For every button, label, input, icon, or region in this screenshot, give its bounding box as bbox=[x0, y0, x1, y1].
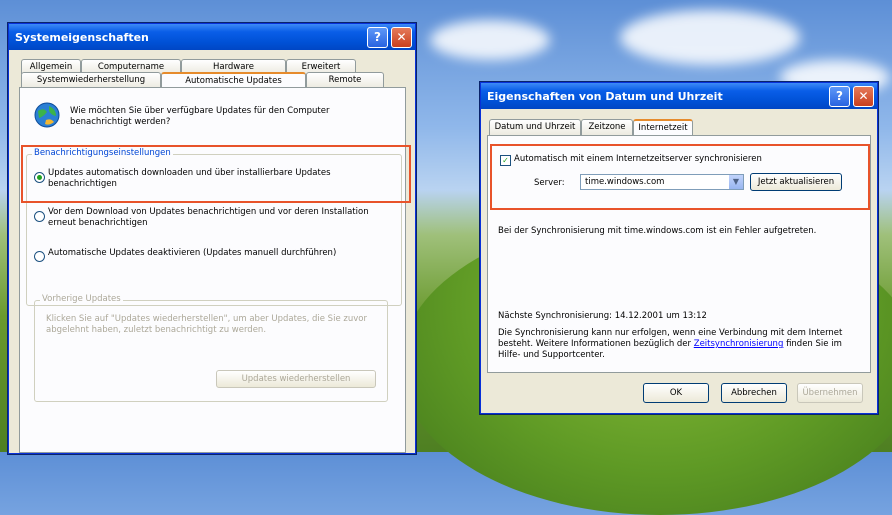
restore-updates-button[interactable]: Updates wiederherstellen bbox=[216, 370, 376, 388]
highlight-box-notification bbox=[21, 145, 411, 203]
tab-panel: Wie möchten Sie über verfügbare Updates … bbox=[19, 87, 406, 453]
close-icon[interactable]: ✕ bbox=[391, 26, 412, 48]
windows-update-globe-icon bbox=[34, 102, 60, 128]
tab-row: Datum und Uhrzeit Zeitzone Internetzeit bbox=[489, 119, 693, 135]
help-icon[interactable]: ? bbox=[829, 85, 850, 107]
tab-zeitzone[interactable]: Zeitzone bbox=[581, 119, 633, 135]
window-title: Eigenschaften von Datum und Uhrzeit bbox=[487, 89, 723, 103]
tab-remote[interactable]: Remote bbox=[306, 72, 384, 88]
sync-error-text: Bei der Synchronisierung mit time.window… bbox=[498, 226, 817, 236]
title-bar[interactable]: Systemeigenschaften ? ✕ bbox=[9, 24, 415, 50]
tab-datum-uhrzeit[interactable]: Datum und Uhrzeit bbox=[489, 119, 581, 135]
ok-button[interactable]: OK bbox=[643, 383, 709, 403]
next-sync-text: Nächste Synchronisierung: 14.12.2001 um … bbox=[498, 311, 707, 321]
system-properties-window: Systemeigenschaften ? ✕ Allgemein Comput… bbox=[8, 23, 416, 454]
radio-notify-before-download-label[interactable]: Vor dem Download von Updates benachricht… bbox=[48, 207, 378, 229]
title-bar[interactable]: Eigenschaften von Datum und Uhrzeit ? ✕ bbox=[481, 83, 877, 109]
window-title: Systemeigenschaften bbox=[15, 30, 149, 44]
help-icon[interactable]: ? bbox=[367, 26, 388, 48]
radio-notify-before-download[interactable] bbox=[34, 211, 45, 222]
time-sync-link[interactable]: Zeitsynchronisierung bbox=[694, 339, 784, 349]
date-time-properties-window: Eigenschaften von Datum und Uhrzeit ? ✕ … bbox=[480, 82, 878, 414]
cloud bbox=[430, 20, 550, 60]
update-question-text: Wie möchten Sie über verfügbare Updates … bbox=[70, 106, 330, 127]
tab-systemwiederherstellung[interactable]: Systemwiederherstellung bbox=[21, 72, 161, 88]
tab-internetzeit[interactable]: Internetzeit bbox=[633, 119, 693, 135]
cloud bbox=[620, 10, 800, 65]
previous-updates-group-title: Vorherige Updates bbox=[40, 294, 123, 304]
highlight-box-internet-time bbox=[490, 144, 870, 210]
apply-button[interactable]: Übernehmen bbox=[797, 383, 863, 403]
tab-automatische-updates[interactable]: Automatische Updates bbox=[161, 72, 306, 88]
cancel-button[interactable]: Abbrechen bbox=[721, 383, 787, 403]
radio-disable-updates-label[interactable]: Automatische Updates deaktivieren (Updat… bbox=[48, 248, 393, 259]
radio-disable-updates[interactable] bbox=[34, 251, 45, 262]
close-icon[interactable]: ✕ bbox=[853, 85, 874, 107]
previous-updates-text: Klicken Sie auf "Updates wiederherstelle… bbox=[46, 314, 367, 335]
tab-row-2: Systemwiederherstellung Automatische Upd… bbox=[21, 72, 384, 88]
info-text: Die Synchronisierung kann nur erfolgen, … bbox=[498, 328, 858, 361]
